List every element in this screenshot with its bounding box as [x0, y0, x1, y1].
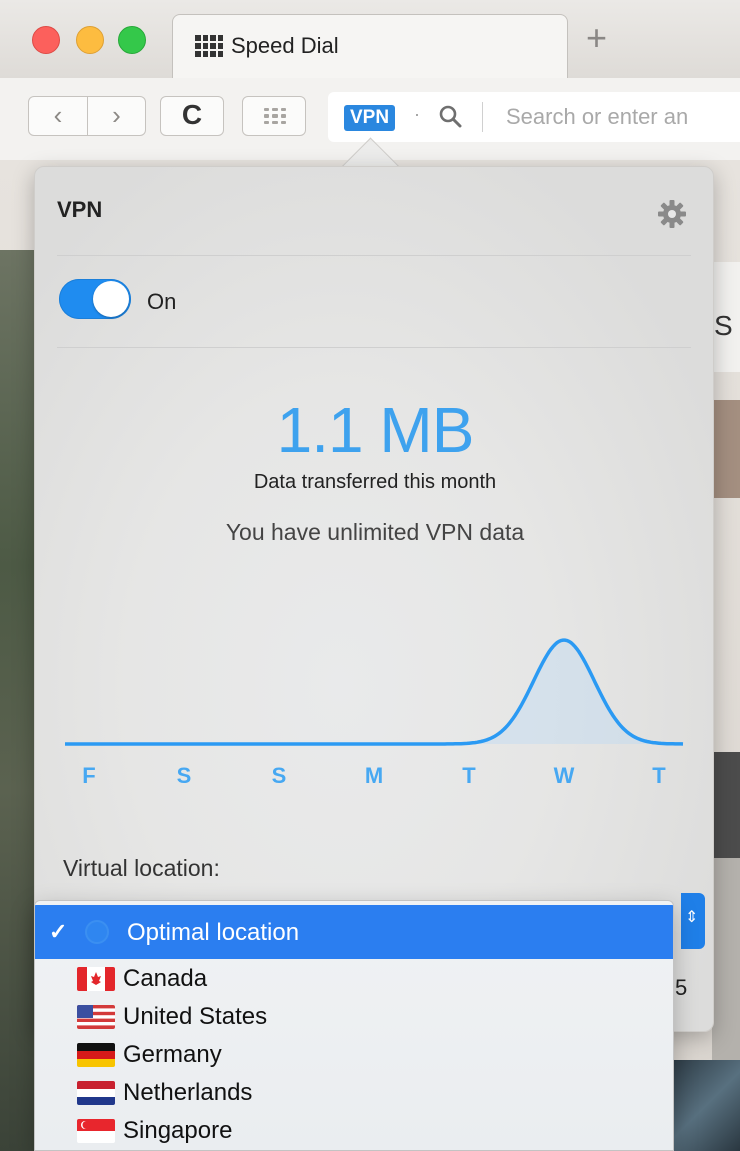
- vpn-toggle-label: On: [147, 289, 177, 314]
- location-option-label: Canada: [123, 965, 208, 992]
- location-option-netherlands[interactable]: Netherlands: [35, 1073, 673, 1111]
- data-transferred-amount: 1.1 MB: [276, 394, 475, 466]
- location-option-canada[interactable]: Canada: [35, 959, 673, 997]
- toggle-knob: [93, 281, 129, 317]
- day-label: F: [82, 763, 95, 787]
- day-label: S: [272, 763, 287, 787]
- checkmark-icon: ✓: [49, 919, 68, 944]
- location-dropdown-list: ✓ Optimal location Canada United States: [34, 900, 674, 1151]
- reload-button[interactable]: C: [160, 96, 224, 136]
- minimize-window-button[interactable]: [76, 26, 104, 54]
- divider: [57, 255, 691, 256]
- forward-button[interactable]: ›: [88, 96, 146, 136]
- flag-canada-icon: [77, 967, 115, 991]
- flag-germany-icon: [77, 1043, 115, 1067]
- flag-netherlands-icon: [77, 1081, 115, 1105]
- new-tab-button[interactable]: +: [586, 20, 607, 56]
- background-tile: [712, 752, 740, 858]
- virtual-location-label: Virtual location:: [63, 855, 220, 881]
- location-option-label: United States: [123, 1003, 268, 1030]
- grid-icon: [264, 108, 286, 124]
- usage-chart: FSSMTWT: [65, 638, 684, 787]
- day-label: S: [177, 763, 192, 787]
- gear-icon[interactable]: [655, 197, 689, 231]
- window-titlebar: Speed Dial +: [0, 0, 740, 79]
- location-option-optimal[interactable]: ✓ Optimal location: [35, 905, 673, 959]
- location-option-label: Singapore: [123, 1117, 233, 1144]
- address-bar[interactable]: VPN · Search or enter an: [328, 92, 740, 142]
- usage-area: [65, 640, 683, 744]
- speed-dial-button[interactable]: [242, 96, 306, 136]
- background-number: 5: [675, 975, 688, 1000]
- day-label: M: [365, 763, 383, 787]
- day-label: T: [652, 763, 666, 787]
- speed-dial-icon: [195, 35, 223, 57]
- flag-singapore-icon: [77, 1119, 115, 1143]
- day-label: W: [554, 763, 575, 787]
- location-option-label: Netherlands: [123, 1079, 253, 1106]
- separator-dot: ·: [414, 104, 420, 124]
- popup-title: VPN: [57, 197, 103, 222]
- vpn-badge-button[interactable]: VPN: [344, 105, 396, 131]
- close-window-button[interactable]: [32, 26, 60, 54]
- day-label: T: [462, 763, 476, 787]
- tab-title: Speed Dial: [231, 33, 339, 58]
- chevron-updown-icon: ⇕: [685, 909, 699, 926]
- background-image: [672, 1060, 740, 1151]
- tab-speed-dial[interactable]: Speed Dial: [172, 14, 568, 78]
- background-image: [0, 250, 36, 1151]
- flag-us-icon: [77, 1005, 115, 1029]
- location-option-germany[interactable]: Germany: [35, 1035, 673, 1073]
- location-option-label: Germany: [123, 1041, 222, 1068]
- location-option-singapore[interactable]: Singapore: [35, 1111, 673, 1149]
- data-transferred-caption: Data transferred this month: [253, 471, 497, 493]
- zoom-window-button[interactable]: [118, 26, 146, 54]
- address-input-placeholder[interactable]: Search or enter an: [506, 104, 688, 130]
- location-option-label: Optimal location: [127, 919, 300, 946]
- data-limit-text: You have unlimited VPN data: [225, 519, 525, 545]
- search-icon: [439, 105, 462, 128]
- address-divider: [482, 102, 483, 132]
- vpn-toggle[interactable]: [59, 279, 131, 319]
- location-option-united-states[interactable]: United States: [35, 997, 673, 1035]
- back-button[interactable]: ‹: [28, 96, 88, 136]
- globe-icon: [85, 920, 109, 944]
- divider: [57, 347, 691, 348]
- background-tile: [712, 400, 740, 498]
- background-text: S: [714, 310, 733, 341]
